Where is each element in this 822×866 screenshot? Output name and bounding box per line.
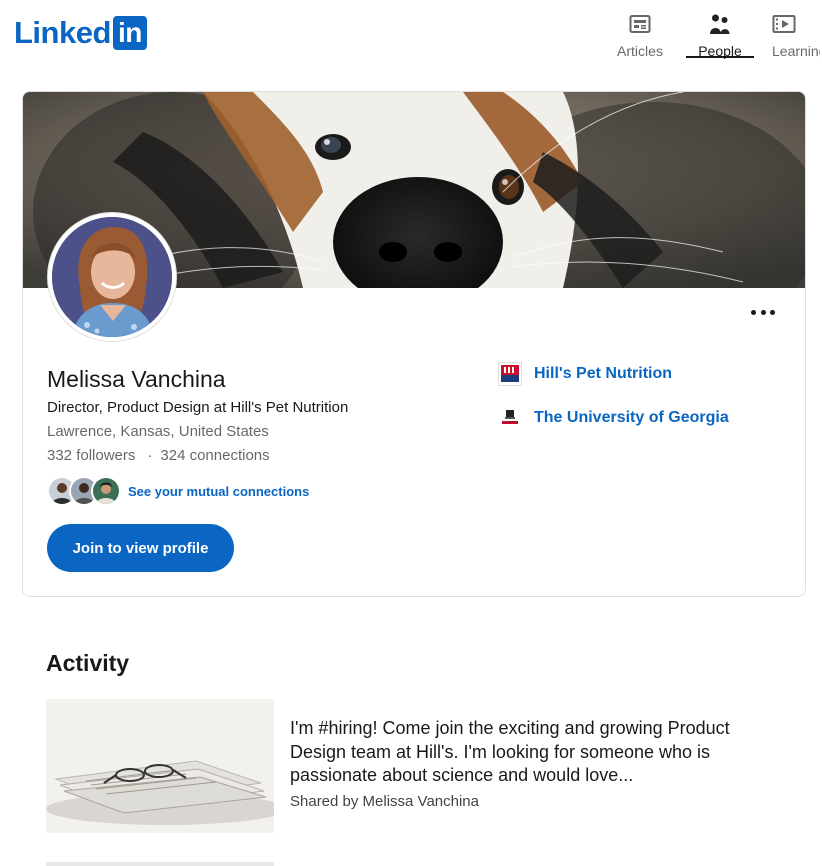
- followers-count: 332 followers: [47, 447, 136, 464]
- more-options-button[interactable]: [747, 304, 779, 320]
- org-label-hills: Hill's Pet Nutrition: [534, 365, 673, 382]
- nav-item-learning[interactable]: Learning: [760, 10, 820, 58]
- nav-item-people[interactable]: People: [680, 10, 760, 58]
- top-navigation: Linked in Articles People Learnin: [0, 0, 822, 64]
- profile-card: Melissa Vanchina Director, Product Desig…: [22, 91, 806, 597]
- more-dot: [760, 309, 766, 315]
- nav-bar: Articles People Learning: [600, 10, 820, 58]
- profile-name: Melissa Vanchina: [47, 366, 226, 392]
- more-dot: [751, 309, 756, 315]
- mutual-connections[interactable]: See your mutual connections: [47, 475, 309, 507]
- org-item-uga[interactable]: The University of Georgia: [498, 404, 729, 432]
- activity-post-text[interactable]: I'm #hiring! Come join the exciting and …: [290, 717, 770, 788]
- mutual-connections-link[interactable]: See your mutual connections: [128, 484, 309, 499]
- logo-wordmark: Linked: [14, 15, 111, 50]
- articles-icon: [629, 15, 651, 33]
- mutual-avatar: [91, 476, 121, 506]
- uga-logo-icon: [498, 406, 522, 430]
- nav-label-people: People: [698, 43, 742, 59]
- nav-item-articles[interactable]: Articles: [600, 10, 680, 58]
- activity-post[interactable]: I'm #hiring! Come join the exciting and …: [46, 699, 786, 833]
- newspaper-glasses-photo: [46, 699, 274, 833]
- linkedin-logo[interactable]: Linked in: [14, 16, 147, 50]
- activity-post-meta: Shared by Melissa Vanchina: [290, 793, 479, 810]
- people-icon: [710, 14, 730, 34]
- nav-label-learning: Learning: [772, 43, 820, 58]
- mutual-avatars: [47, 475, 123, 507]
- profile-location: Lawrence, Kansas, United States: [47, 423, 269, 440]
- hills-logo-icon: [498, 362, 522, 386]
- profile-avatar[interactable]: [48, 213, 176, 341]
- logo-in-box: in: [112, 16, 147, 50]
- activity-next-item-edge: [46, 862, 274, 866]
- nav-label-articles: Articles: [617, 43, 663, 59]
- org-item-hills[interactable]: Hill's Pet Nutrition: [498, 360, 729, 388]
- more-dot: [770, 309, 775, 315]
- activity-post-image: [46, 699, 274, 833]
- profile-photo: [52, 217, 172, 337]
- org-label-uga: The University of Georgia: [534, 409, 729, 426]
- profile-organizations: Hill's Pet Nutrition The University of G…: [498, 360, 729, 448]
- activity-heading: Activity: [46, 650, 130, 676]
- profile-headline: Director, Product Design at Hill's Pet N…: [47, 399, 349, 416]
- join-to-view-profile-button[interactable]: Join to view profile: [47, 524, 234, 572]
- learning-icon: [772, 15, 796, 33]
- profile-network-counts: 332 followers · 324 connections: [47, 446, 270, 466]
- connections-count: 324 connections: [160, 447, 270, 464]
- separator-dot: ·: [147, 447, 153, 464]
